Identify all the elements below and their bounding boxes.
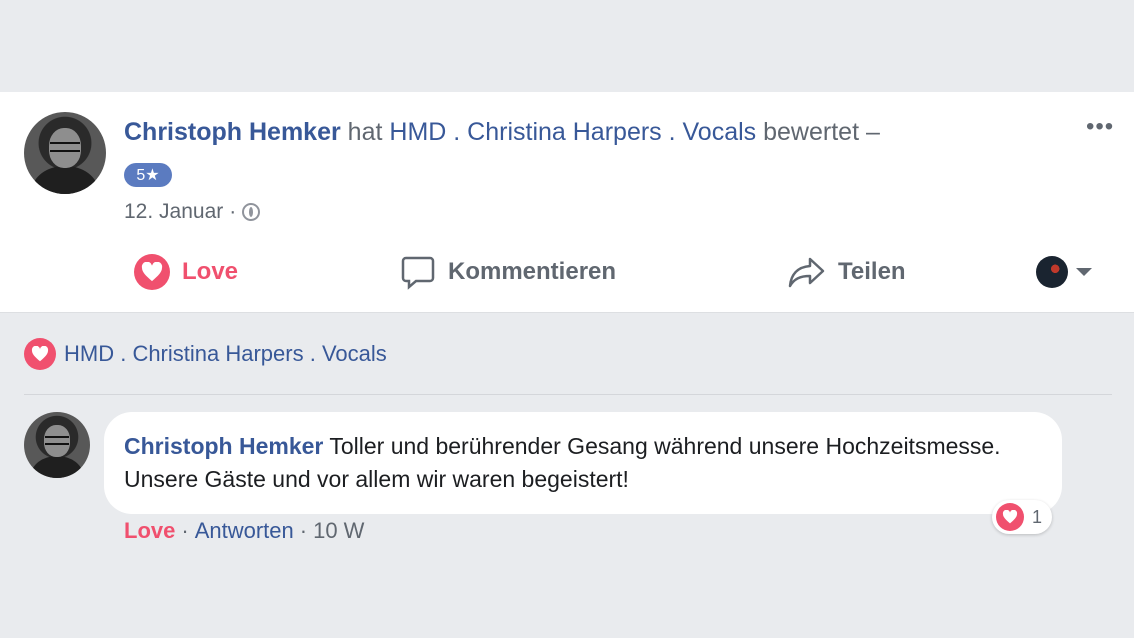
heart-icon <box>134 254 170 290</box>
comment-love-button[interactable]: Love <box>124 518 175 544</box>
separator: · <box>299 518 308 543</box>
reply-button[interactable]: Antworten <box>195 518 294 544</box>
headline-action: bewertet – <box>763 118 880 146</box>
love-button[interactable]: Love <box>134 252 238 292</box>
caret-down-icon <box>1076 268 1092 276</box>
comment-author-avatar[interactable] <box>24 412 90 478</box>
author-avatar[interactable] <box>24 112 106 194</box>
post-meta: 12. Januar · <box>124 200 261 224</box>
reaction-count-value: 1 <box>1032 506 1043 527</box>
page-avatar <box>1036 256 1068 288</box>
post-date[interactable]: 12. Januar <box>124 200 223 224</box>
author-link[interactable]: Christoph Hemker <box>124 118 341 146</box>
comment-icon <box>401 256 435 290</box>
comment-reaction-count[interactable]: 1 <box>992 500 1053 534</box>
rating-badge: 5★ <box>124 163 172 187</box>
share-label: Teilen <box>838 258 906 285</box>
share-icon <box>788 257 825 288</box>
post-headline: Christoph Hemker hat HMD . Christina Har… <box>124 118 880 147</box>
love-label: Love <box>182 258 239 285</box>
comment-button[interactable]: Kommentieren <box>400 252 616 292</box>
globe-icon[interactable] <box>242 203 261 221</box>
meta-separator: · <box>229 200 237 223</box>
comment-author[interactable]: Christoph Hemker <box>124 433 323 459</box>
comment-time[interactable]: 10 W <box>313 518 364 544</box>
share-button[interactable]: Teilen <box>788 252 906 292</box>
heart-icon <box>996 503 1024 531</box>
page-link[interactable]: HMD . Christina Harpers . Vocals <box>389 118 756 146</box>
comment-bubble: Christoph Hemker Toller und berührender … <box>104 412 1062 514</box>
reactor-name[interactable]: HMD . Christina Harpers . Vocals <box>64 341 387 367</box>
more-icon[interactable]: ••• <box>1086 115 1114 139</box>
separator: · <box>181 518 189 543</box>
comment-label: Kommentieren <box>448 258 617 285</box>
page-selector[interactable] <box>1036 256 1092 288</box>
comment-actions: Love · Antworten · 10 W <box>124 518 364 544</box>
heart-icon <box>24 338 56 370</box>
headline-verb: hat <box>347 118 383 146</box>
post-card: Christoph Hemker hat HMD . Christina Har… <box>0 92 1134 313</box>
reactions-summary[interactable]: HMD . Christina Harpers . Vocals <box>24 338 387 370</box>
divider <box>24 394 1112 395</box>
